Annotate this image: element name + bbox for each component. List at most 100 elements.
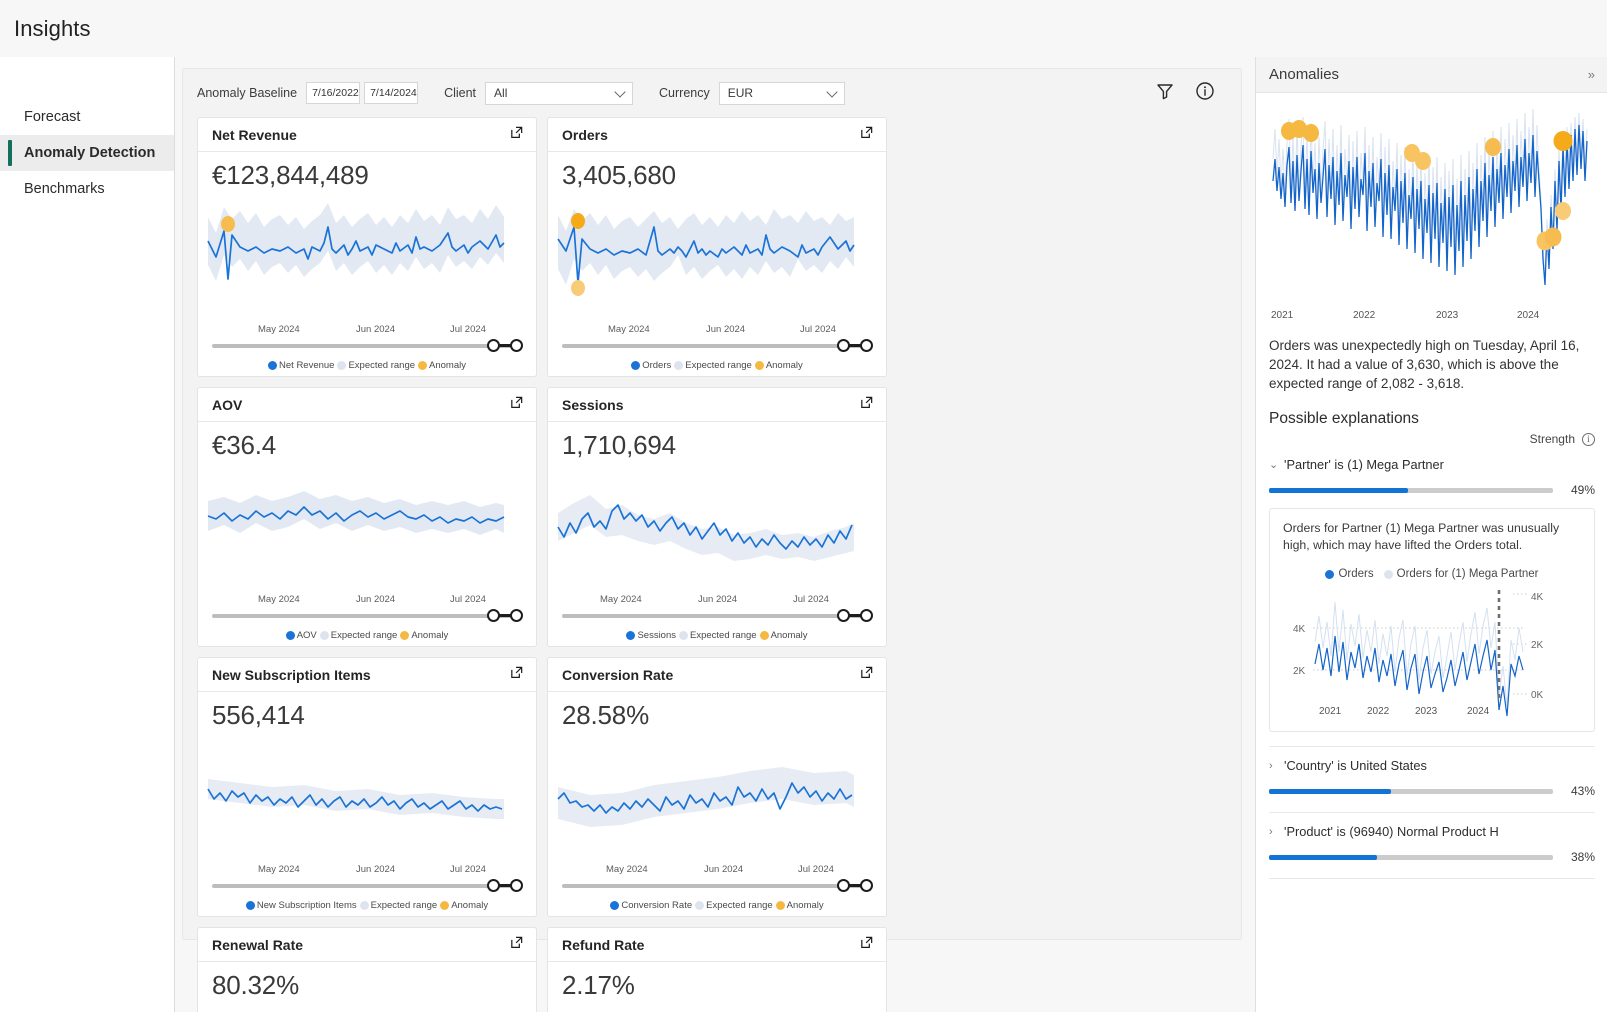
legend-dot-anomaly-icon <box>775 900 785 910</box>
x-tick: 2021 <box>1271 310 1294 321</box>
slider-track[interactable] <box>562 884 872 888</box>
slider-handle-left[interactable] <box>837 879 850 892</box>
sparkline-chart <box>198 731 536 864</box>
legend-dot-range-icon <box>695 900 705 910</box>
kpi-card-refund-rate[interactable]: Refund Rate 2.17% <box>547 927 887 1012</box>
sidebar-item-benchmarks[interactable]: Benchmarks <box>0 171 174 207</box>
explanation-item-partner: ⌄ 'Partner' is (1) Mega Partner 49% Orde… <box>1269 457 1595 732</box>
page-title: Insights <box>14 15 91 41</box>
x-tick: Jun 2024 <box>356 864 396 875</box>
svg-text:2K: 2K <box>1531 640 1544 651</box>
x-tick: Jul 2024 <box>450 594 486 605</box>
card-title: Refund Rate <box>562 936 645 953</box>
client-select-value: All <box>494 86 508 100</box>
card-value: 3,405,680 <box>562 160 676 190</box>
time-range-slider[interactable] <box>548 608 886 624</box>
x-axis-ticks: May 2024 Jun 2024 Jul 2024 <box>198 594 536 608</box>
card-value: 28.58% <box>562 700 649 730</box>
slider-handle-right[interactable] <box>510 609 523 622</box>
legend-dot-range-icon <box>674 360 684 370</box>
time-range-slider[interactable] <box>198 878 536 894</box>
open-external-icon[interactable] <box>509 665 524 685</box>
open-external-icon[interactable] <box>509 125 524 145</box>
legend-range: Expected range <box>679 630 757 641</box>
kpi-card-new-subscription-items[interactable]: New Subscription Items 556,414 May 2024 … <box>197 657 537 917</box>
strength-bar-fill <box>1269 487 1409 493</box>
strength-bar-row: 38% <box>1269 850 1595 864</box>
legend-label-secondary: Orders for (1) Mega Partner <box>1396 568 1539 580</box>
sidebar-item-anomaly-detection[interactable]: Anomaly Detection <box>0 135 174 171</box>
divider <box>1269 878 1595 879</box>
possible-explanations-title: Possible explanations <box>1269 410 1419 427</box>
legend-dot-series-icon <box>285 630 295 640</box>
legend-label: Anomaly <box>451 899 489 911</box>
slider-handle-right[interactable] <box>510 879 523 892</box>
time-range-slider[interactable] <box>548 878 886 894</box>
insights-page: Insights Forecast Anomaly Detection Benc… <box>0 0 1607 1012</box>
slider-handle-left[interactable] <box>837 339 850 352</box>
slider-handle-left[interactable] <box>837 609 850 622</box>
card-title: Orders <box>562 126 608 143</box>
sidebar: Forecast Anomaly Detection Benchmarks <box>0 57 175 1012</box>
client-select[interactable]: All <box>485 81 634 105</box>
slider-handle-right[interactable] <box>860 609 873 622</box>
date-to-input[interactable]: 7/14/2024 <box>364 82 419 104</box>
legend-dot-secondary-icon <box>1383 569 1393 579</box>
kpi-card-orders[interactable]: Orders 3,405,680 May 2024 Jun 2024 Jul 2… <box>547 117 887 377</box>
filter-icon[interactable] <box>1155 81 1175 106</box>
open-external-icon[interactable] <box>859 125 874 145</box>
kpi-card-conversion-rate[interactable]: Conversion Rate 28.58% May 2024 Jun 2024… <box>547 657 887 917</box>
kpi-card-net-revenue[interactable]: Net Revenue €123,844,489 May 2024 Jun 20… <box>197 117 537 377</box>
open-external-icon[interactable] <box>509 935 524 955</box>
legend-series: Sessions <box>626 630 676 641</box>
chevron-right-icon[interactable]: » <box>1588 67 1595 82</box>
svg-text:0K: 0K <box>1531 690 1544 701</box>
x-tick: Jun 2024 <box>356 594 396 605</box>
explanation-label: 'Country' is United States <box>1284 758 1427 773</box>
open-external-icon[interactable] <box>859 935 874 955</box>
explanation-toggle[interactable]: › 'Country' is United States <box>1269 758 1595 773</box>
x-tick: Jun 2024 <box>356 324 396 335</box>
legend-dot-anomaly-icon <box>400 630 410 640</box>
slider-track[interactable] <box>212 884 522 888</box>
date-from-input[interactable]: 7/16/2022 <box>306 82 361 104</box>
slider-track[interactable] <box>562 614 872 618</box>
slider-handle-left[interactable] <box>487 879 500 892</box>
slider-handle-right[interactable] <box>860 339 873 352</box>
slider-track[interactable] <box>562 344 872 348</box>
sidebar-item-forecast[interactable]: Forecast <box>0 99 174 135</box>
kpi-card-sessions[interactable]: Sessions 1,710,694 May 2024 Jun 2024 Jul… <box>547 387 887 647</box>
open-external-icon[interactable] <box>859 665 874 685</box>
slider-handle-right[interactable] <box>860 879 873 892</box>
explanation-toggle[interactable]: › 'Product' is (96940) Normal Product H <box>1269 824 1595 839</box>
time-range-slider[interactable] <box>198 338 536 354</box>
explanation-toggle[interactable]: ⌄ 'Partner' is (1) Mega Partner <box>1269 457 1595 472</box>
x-tick: May 2024 <box>258 594 300 605</box>
time-range-slider[interactable] <box>198 608 536 624</box>
slider-handle-left[interactable] <box>487 339 500 352</box>
anomaly-panel: Anomaly Baseline 7/16/2022 7/14/2024 Cli… <box>182 68 1242 1012</box>
strength-percent: 49% <box>1570 483 1595 497</box>
app-header: Insights <box>0 0 1607 57</box>
slider-track[interactable] <box>212 344 522 348</box>
time-range-slider[interactable] <box>548 338 886 354</box>
slider-track[interactable] <box>212 614 522 618</box>
strength-bar-row: 43% <box>1269 784 1595 798</box>
explanation-detail-card: Orders for Partner (1) Mega Partner was … <box>1269 508 1595 732</box>
open-external-icon[interactable] <box>509 395 524 415</box>
info-icon[interactable]: i <box>1582 432 1595 446</box>
explanation-detail-text: Orders for Partner (1) Mega Partner was … <box>1283 521 1560 552</box>
sparkline-chart <box>198 461 536 594</box>
currency-select[interactable]: EUR <box>718 81 845 105</box>
slider-handle-left[interactable] <box>487 609 500 622</box>
chart-legend: Sessions Expected range Anomaly <box>548 624 886 646</box>
info-icon[interactable] <box>1195 81 1215 106</box>
kpi-card-renewal-rate[interactable]: Renewal Rate 80.32% <box>197 927 537 1012</box>
kpi-card-aov[interactable]: AOV €36.4 May 2024 Jun 2024 Jul 2024 AOV… <box>197 387 537 647</box>
slider-handle-right[interactable] <box>510 339 523 352</box>
x-tick: Jul 2024 <box>450 324 486 335</box>
legend-label: Conversion Rate <box>621 899 693 911</box>
legend-label-primary: Orders <box>1338 568 1374 580</box>
open-external-icon[interactable] <box>859 395 874 415</box>
legend-label: New Subscription Items <box>256 899 357 911</box>
